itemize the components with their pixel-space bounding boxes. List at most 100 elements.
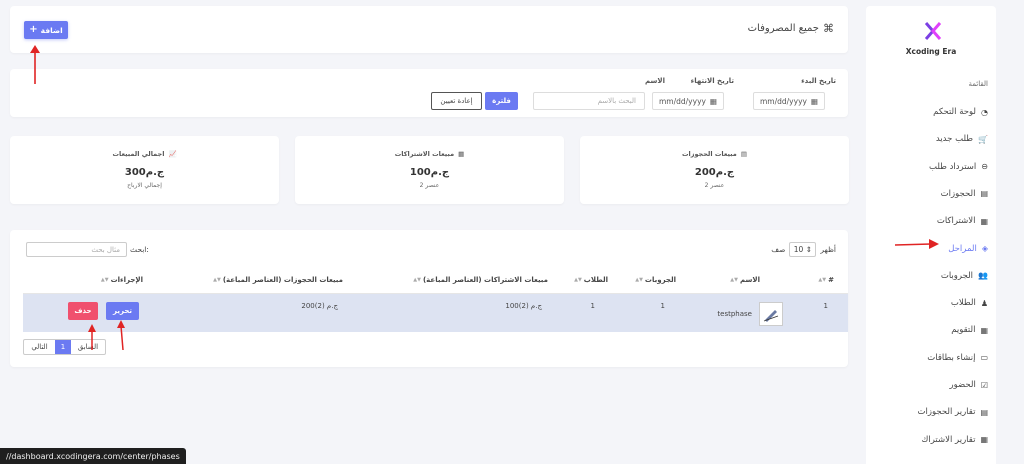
phase-thumbnail — [759, 302, 783, 326]
phases-table-card: أظهر 10 ⇕ صف ابحث: مثال بحث # ▲▼ الاسم ▲▼ … — [10, 230, 848, 367]
page-length-select[interactable]: 10 ⇕ — [789, 242, 817, 257]
sidebar-item-label: التقويم — [951, 325, 976, 336]
calendar-icon: ▦ — [458, 150, 465, 158]
calendar-icon: ▦ — [709, 96, 717, 106]
col-header-students[interactable]: الطلاب ▲▼ — [574, 276, 608, 284]
start-date-input[interactable]: mm/dd/yyyy ▦ — [753, 92, 825, 110]
sidebar-item-5[interactable]: ◈ المراحل — [948, 243, 988, 255]
sidebar-item-9[interactable]: ▭ إنشاء بطاقات — [927, 352, 988, 364]
table-search: ابحث: مثال بحث — [26, 242, 149, 257]
id-card-icon: ▭ — [980, 353, 988, 363]
col-header-bookings-sales[interactable]: مبيعات الحجوزات (العناصر المباعة) ▲▼ — [213, 276, 343, 284]
stat-sub: 2 عنصر — [704, 182, 725, 189]
edit-button[interactable]: تحرير — [106, 302, 139, 320]
cell-subs-sales: 100ج.م (2) — [505, 302, 542, 310]
sidebar-item-label: الحضور — [949, 380, 976, 390]
end-date-input[interactable]: mm/dd/yyyy ▦ — [652, 92, 724, 110]
sidebar-item-7[interactable]: ♟ الطلاب — [951, 297, 988, 309]
sidebar-item-label: طلب جديد — [935, 134, 974, 145]
stat-sub: إجمالي الارباح — [127, 182, 162, 189]
page-length: أظهر 10 ⇕ صف — [771, 242, 836, 257]
sidebar-item-11[interactable]: ▤ تقارير الحجوزات — [918, 406, 988, 418]
pen-icon — [763, 310, 779, 322]
stat-card-subscriptions: ▦ مبيعات الاشتراكات 100ج.م 2 عنصر — [295, 136, 564, 204]
next-page-button[interactable]: التالي — [24, 340, 55, 354]
sidebar-item-label: الطلاب — [950, 298, 976, 309]
status-bar-url: //dashboard.xcodingera.com/center/phases — [0, 448, 186, 464]
sidebar-item-label: المراحل — [948, 243, 977, 254]
calendar-icon: ▦ — [980, 325, 988, 335]
users-icon: 👥 — [978, 271, 988, 281]
col-header-subs-sales[interactable]: مبيعات الاشتراكات (العناصر المباعة) ▲▼ — [413, 276, 548, 284]
book-icon: ▤ — [980, 407, 988, 417]
sidebar-item-label: الجروبات — [940, 270, 974, 281]
book-icon: ▤ — [980, 189, 988, 199]
sidebar-item-label: الحجوزات — [940, 188, 976, 199]
calendar-icon: ▦ — [980, 435, 988, 445]
command-icon: ⌘ — [823, 22, 834, 35]
name-label: الاسم — [645, 77, 665, 85]
stat-card-total: 📈 اجمالي المبيعات 300ج.م إجمالي الارباح — [10, 136, 279, 204]
col-header-num[interactable]: # ▲▼ — [818, 276, 834, 284]
sidebar-item-label: إنشاء بطاقات — [927, 352, 976, 363]
col-header-actions[interactable]: الإجراءات ▲▼ — [101, 276, 143, 284]
plus-icon: + — [29, 24, 38, 35]
cell-groups: 1 — [660, 302, 665, 310]
sidebar-item-label: الاشتراكات — [936, 216, 976, 227]
check-square-icon: ☑ — [980, 380, 988, 390]
sidebar-item-6[interactable]: 👥 الجروبات — [941, 270, 988, 282]
calendar-icon: ▦ — [810, 96, 818, 106]
book-icon: ▤ — [740, 150, 747, 158]
pagination: التالي 1 السابق — [23, 339, 106, 355]
cart-icon: 🛒 — [978, 134, 988, 144]
filter-button[interactable]: فلترة — [485, 92, 518, 110]
sidebar-item-2[interactable]: ⊖ استرداد طلب — [929, 161, 988, 173]
reset-button[interactable]: إعادة تعيين — [431, 92, 482, 110]
end-date-label: تاريخ الانتهاء — [690, 77, 734, 85]
add-button[interactable]: + اضافة — [24, 21, 68, 39]
sort-icon: ▲▼ — [730, 277, 738, 283]
student-icon: ♟ — [980, 298, 988, 308]
menu-heading: القائمة — [968, 80, 989, 88]
col-header-name[interactable]: الاسم ▲▼ — [730, 276, 760, 284]
sort-icon: ▲▼ — [100, 277, 109, 283]
sort-icon: ▲▼ — [574, 277, 582, 283]
sidebar-item-label: تقارير الحجوزات — [917, 407, 976, 418]
sort-icon: ▲▼ — [213, 277, 221, 283]
sidebar-item-1[interactable]: 🛒 طلب جديد — [936, 133, 988, 145]
chart-line-icon: 📈 — [168, 150, 177, 158]
calendar-icon: ▦ — [980, 216, 988, 226]
name-search-input[interactable]: البحث بالاسم — [533, 92, 645, 110]
col-header-groups[interactable]: الجروبات ▲▼ — [635, 276, 676, 284]
sidebar-item-3[interactable]: ▤ الحجوزات — [941, 188, 988, 200]
sidebar-item-10[interactable]: ☑ الحضور — [950, 379, 988, 391]
sidebar-item-4[interactable]: ▦ الاشتراكات — [937, 215, 988, 227]
cell-num: 1 — [823, 302, 828, 310]
brand-name: Xcoding Era — [905, 47, 957, 56]
sidebar-item-label: استرداد طلب — [928, 161, 977, 172]
stat-card-bookings: ▤ مبيعات الحجوزات 200ج.م 2 عنصر — [580, 136, 849, 204]
cell-name: testphase — [717, 310, 752, 318]
sort-icon: ▲▼ — [635, 277, 643, 283]
sidebar-item-label: تقارير الاشتراك — [921, 434, 976, 445]
search-input[interactable]: مثال بحث — [26, 242, 127, 257]
delete-button[interactable]: حذف — [68, 302, 98, 320]
sort-icon: ▲▼ — [413, 277, 421, 283]
sidebar-item-label: لوحة التحكم — [933, 107, 977, 117]
current-page[interactable]: 1 — [55, 340, 71, 354]
minus-circle-icon: ⊖ — [981, 162, 988, 172]
layers-icon: ◈ — [981, 244, 988, 253]
stat-value: 300ج.م — [124, 167, 165, 178]
dashboard-icon: ◔ — [981, 107, 988, 117]
cell-bookings-sales: 200ج.م (2) — [301, 302, 338, 310]
sidebar-item-0[interactable]: ◔ لوحة التحكم — [933, 106, 988, 118]
stat-sub: 2 عنصر — [419, 182, 440, 189]
start-date-label: تاريخ البدء — [801, 77, 836, 85]
prev-page-button[interactable]: السابق — [71, 340, 105, 354]
sort-icon: ▲▼ — [818, 277, 827, 283]
filter-bar: تاريخ البدء تاريخ الانتهاء الاسم mm/dd/y… — [10, 69, 848, 117]
sidebar-item-8[interactable]: ▦ التقويم — [951, 324, 988, 336]
page-header: + اضافة ⌘ جميع المصروفات — [10, 6, 848, 53]
sidebar-item-12[interactable]: ▦ تقارير الاشتراك — [921, 434, 988, 446]
brand-logo — [925, 22, 941, 40]
